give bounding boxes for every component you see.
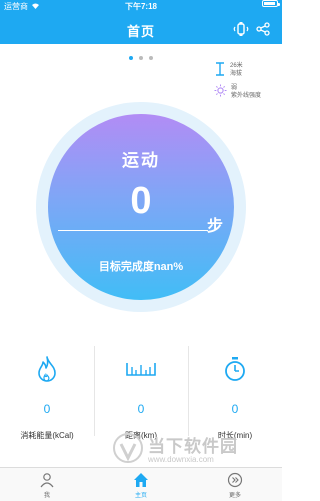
- circle-divider: [58, 230, 208, 231]
- step-unit: 步: [207, 218, 224, 235]
- environment-info: 26米 海拔 弱 紫外线强度: [214, 62, 268, 106]
- watermark-url: www.downxia.com: [148, 455, 214, 464]
- page-dot[interactable]: [149, 56, 153, 60]
- stat-value: 0: [43, 402, 51, 416]
- stat-distance[interactable]: 0 距离(km): [94, 346, 188, 440]
- altitude-row: 26米 海拔: [214, 62, 268, 78]
- tab-home[interactable]: 主页: [94, 468, 188, 501]
- tab-me[interactable]: 我: [0, 468, 94, 501]
- uv-row: 弱 紫外线强度: [214, 84, 268, 100]
- altitude-label: 海拔: [230, 71, 243, 77]
- home-icon: [94, 471, 188, 489]
- share-icon[interactable]: [254, 20, 272, 38]
- stat-duration[interactable]: 0 时长(min): [188, 346, 282, 440]
- tab-bar: 我 主页 更多: [0, 467, 282, 501]
- stopwatch-icon: [188, 354, 282, 384]
- page-indicator[interactable]: [0, 56, 282, 60]
- stat-value: 0: [137, 402, 145, 416]
- flame-icon: [0, 354, 94, 384]
- altitude-value: 26米: [230, 63, 243, 69]
- watch-icon[interactable]: [232, 20, 250, 38]
- uv-label: 紫外线强度: [231, 93, 262, 99]
- altitude-icon: [214, 62, 226, 78]
- page-dot[interactable]: [139, 56, 143, 60]
- status-right: [262, 0, 280, 7]
- watermark: 当下软件园 www.downxia.com: [108, 430, 268, 470]
- stat-label: 消耗能量(kCal): [20, 431, 74, 440]
- person-icon: [0, 471, 94, 489]
- status-bar: 运营商 下午7:18: [0, 0, 282, 14]
- more-icon: [188, 471, 282, 489]
- ruler-icon: [94, 354, 188, 384]
- sun-icon: [214, 84, 227, 99]
- uv-value: 弱: [231, 85, 238, 91]
- tab-label: 主页: [134, 493, 147, 499]
- page-dot[interactable]: [129, 56, 133, 60]
- status-time: 下午7:18: [124, 2, 157, 11]
- circle-title: 运动: [122, 151, 160, 170]
- battery-level: [264, 2, 275, 5]
- battery-icon: [262, 0, 280, 7]
- stat-value: 0: [231, 402, 239, 416]
- watermark-logo-icon: [113, 433, 143, 463]
- stat-calories[interactable]: 0 消耗能量(kCal): [0, 346, 94, 440]
- title-bar: 首页: [0, 14, 282, 44]
- tab-more[interactable]: 更多: [188, 468, 282, 501]
- app-header: 运营商 下午7:18 首页: [0, 0, 282, 44]
- watermark-name: 当下软件园: [148, 437, 238, 456]
- stats-panel: 0 消耗能量(kCal) 0 距离(km) 0 时长(min): [0, 346, 282, 440]
- tab-label: 更多: [228, 493, 241, 499]
- step-circle[interactable]: 运动 0 步 目标完成度nan%: [48, 114, 234, 300]
- tab-label: 我: [43, 493, 50, 499]
- goal-completion: 目标完成度nan%: [98, 261, 184, 273]
